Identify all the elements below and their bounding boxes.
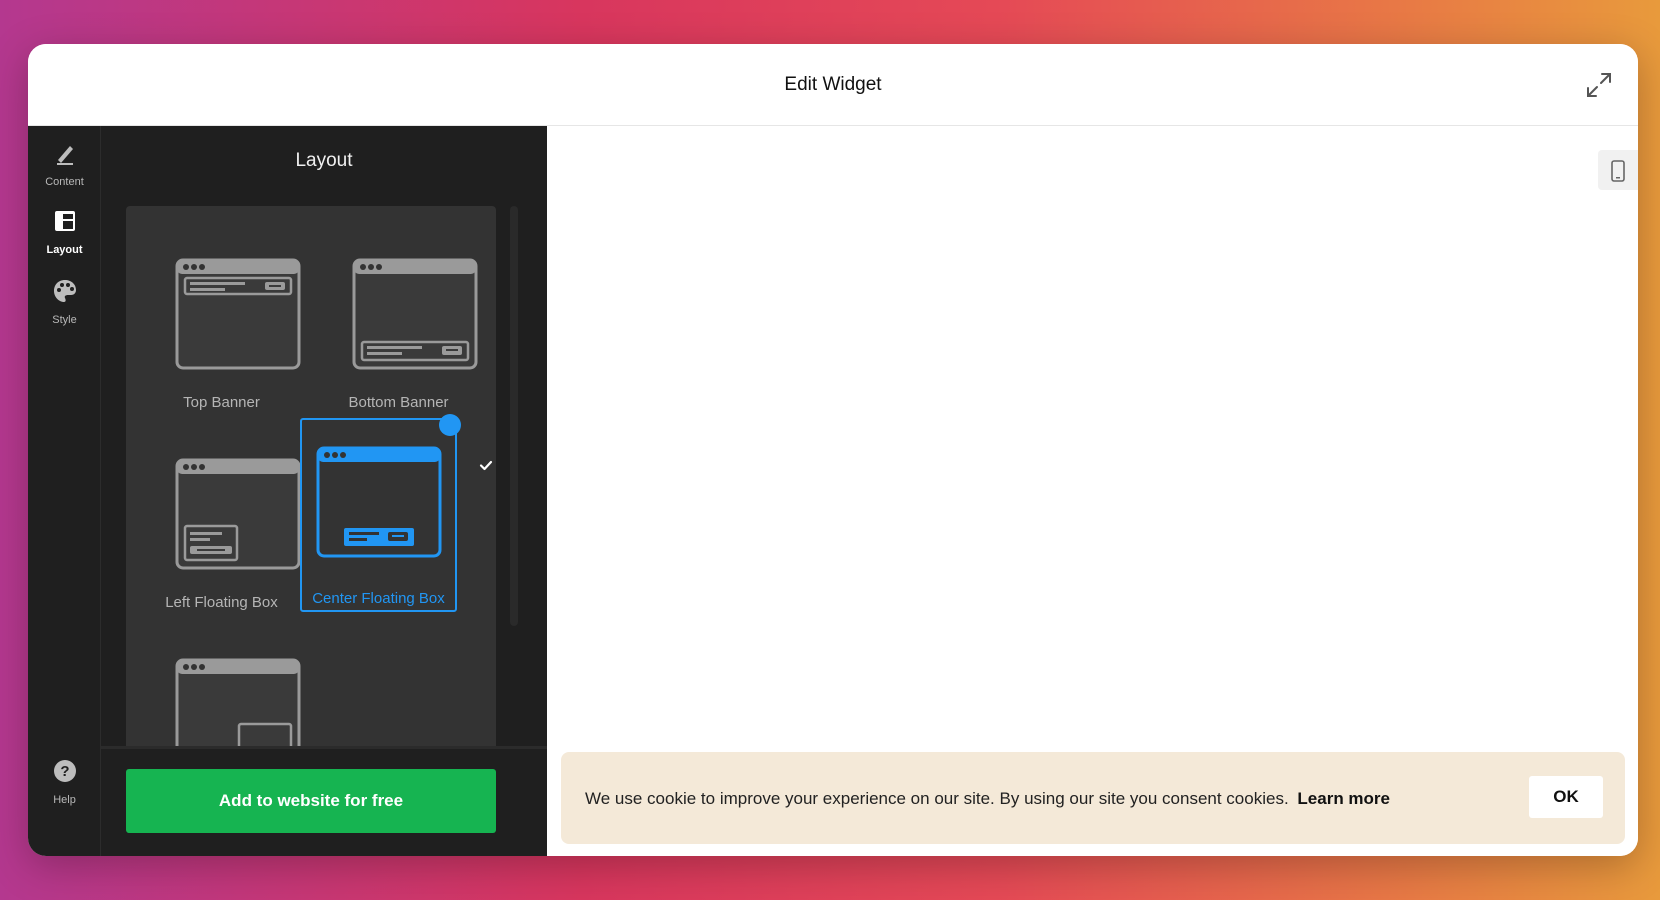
- title-bar: Edit Widget: [28, 44, 1638, 126]
- center-floating-box-thumbnail-icon: [316, 446, 442, 558]
- layout-option-label: Top Banner: [183, 394, 260, 411]
- ok-button[interactable]: OK: [1529, 776, 1603, 818]
- rail-item-content[interactable]: Content: [28, 140, 101, 190]
- check-icon: [439, 414, 493, 471]
- window-title: Edit Widget: [784, 74, 882, 95]
- layout-option-center-floating-box[interactable]: Center Floating Box: [300, 414, 493, 612]
- panel-scrollbar[interactable]: [510, 206, 518, 626]
- cookie-banner: We use cookie to improve your experience…: [561, 752, 1625, 844]
- floating-box-thumbnail-icon: [175, 658, 301, 749]
- cookie-text: We use cookie to improve your experience…: [585, 789, 1289, 808]
- help-icon: ?: [53, 760, 76, 782]
- sidebar-rail: Content Layout Style ? Help: [28, 126, 101, 856]
- expand-icon[interactable]: [1584, 70, 1614, 100]
- layout-icon: [54, 211, 75, 231]
- rail-item-label: Help: [53, 794, 76, 806]
- palette-icon: [53, 280, 76, 302]
- mobile-icon: [1611, 160, 1625, 182]
- rail-item-label: Style: [52, 314, 77, 326]
- panel-title: Layout: [295, 150, 353, 171]
- cookie-message: We use cookie to improve your experience…: [585, 789, 1390, 809]
- mobile-preview-button[interactable]: [1598, 150, 1638, 190]
- rail-item-help[interactable]: ? Help: [28, 758, 101, 808]
- layout-option-label: Center Floating Box: [312, 590, 445, 607]
- left-floating-box-thumbnail-icon: [175, 458, 301, 570]
- bottom-banner-thumbnail-icon: [352, 258, 478, 370]
- learn-more-link[interactable]: Learn more: [1297, 789, 1390, 808]
- layout-option-top-banner[interactable]: Top Banner: [139, 218, 304, 418]
- rail-item-label: Content: [45, 176, 84, 188]
- layout-options-grid: Top Banner Bottom Banner Left Floating B…: [126, 206, 496, 749]
- add-to-website-button[interactable]: Add to website for free: [126, 769, 496, 833]
- preview-area: We use cookie to improve your experience…: [547, 126, 1638, 856]
- rail-item-label: Layout: [46, 244, 83, 256]
- top-banner-thumbnail-icon: [175, 258, 301, 370]
- rail-item-layout[interactable]: Layout: [28, 208, 101, 258]
- panel-footer-divider: [101, 746, 547, 749]
- layout-panel: Layout Top Banner Bottom Banner Left Flo…: [101, 126, 547, 856]
- layout-option-label: Left Floating Box: [165, 594, 278, 611]
- svg-text:?: ?: [60, 763, 69, 780]
- layout-option-bottom-banner[interactable]: Bottom Banner: [316, 218, 481, 418]
- pencil-icon: [56, 146, 73, 165]
- layout-option-label: Bottom Banner: [348, 394, 449, 411]
- rail-item-style[interactable]: Style: [28, 278, 101, 328]
- edit-widget-window: Edit Widget Content Layout Style ? Help …: [28, 44, 1638, 856]
- layout-option-left-floating-box[interactable]: Left Floating Box: [139, 418, 304, 618]
- layout-option-fifth[interactable]: [139, 618, 304, 749]
